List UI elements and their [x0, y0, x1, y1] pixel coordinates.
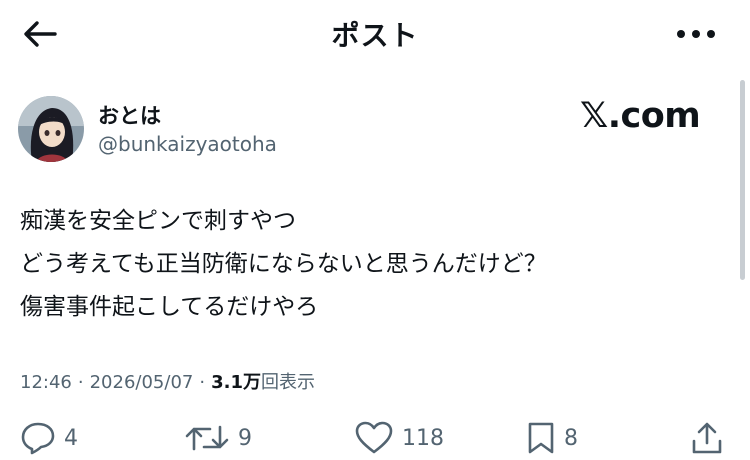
source-badge: 𝕏.com	[580, 96, 701, 136]
post-date[interactable]: 2026/05/07	[90, 372, 194, 393]
avatar-image	[18, 96, 84, 162]
share-button[interactable]	[690, 418, 724, 458]
post-line: 傷害事件起こしてるだけやろ	[20, 294, 319, 320]
page-title: ポスト	[331, 19, 419, 52]
bookmark-icon	[528, 422, 554, 454]
repost-button[interactable]: 9	[184, 418, 252, 458]
heart-icon	[355, 421, 393, 454]
scrollbar[interactable]	[740, 80, 745, 280]
bookmark-button[interactable]: 8	[526, 418, 578, 458]
bookmark-count: 8	[564, 425, 578, 451]
post-detail-screen: ポスト おとは @bunkaizyaotoha 𝕏.com 痴漢を安全ピンで刺す…	[0, 0, 750, 460]
post-line: 痴漢を安全ピンで刺すやつ	[20, 208, 296, 234]
reply-button[interactable]: 4	[20, 418, 78, 458]
like-button[interactable]: 118	[354, 418, 444, 458]
reply-count: 4	[64, 425, 78, 451]
views-count: 3.1万	[211, 372, 261, 393]
top-nav: ポスト	[0, 0, 750, 70]
avatar[interactable]	[18, 96, 84, 162]
display-name[interactable]: おとは	[98, 100, 161, 130]
share-icon	[692, 422, 722, 454]
meta-separator: ·	[77, 372, 84, 393]
repost-icon	[185, 425, 229, 451]
meta-separator: ·	[199, 372, 206, 393]
post-line: どう考えても正当防衛にならないと思うんだけど？	[20, 251, 547, 277]
post-time[interactable]: 12:46	[20, 372, 72, 393]
action-bar: 4 9 118 8	[0, 418, 750, 458]
more-horizontal-icon	[677, 30, 715, 38]
views-label: 回表示	[260, 372, 315, 393]
more-button[interactable]	[672, 14, 720, 54]
user-handle[interactable]: @bunkaizyaotoha	[98, 132, 277, 156]
reply-icon	[21, 422, 55, 455]
repost-count: 9	[238, 425, 252, 451]
like-count: 118	[402, 425, 444, 451]
post-meta: 12:46 · 2026/05/07 · 3.1万回表示	[20, 368, 315, 394]
post-text: 痴漢を安全ピンで刺すやつ どう考えても正当防衛にならないと思うんだけど？ 傷害事…	[20, 200, 720, 329]
